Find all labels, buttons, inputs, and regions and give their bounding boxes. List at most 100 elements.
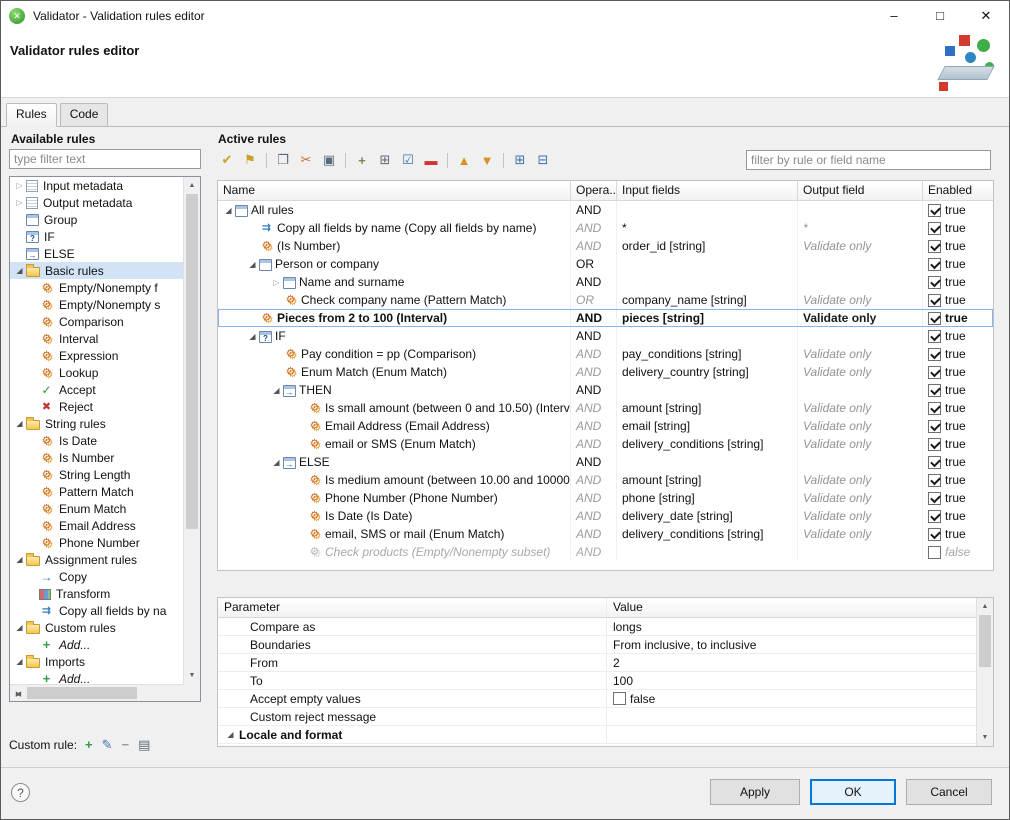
active-rules-filter-input[interactable] [746,150,991,170]
rule-row[interactable]: ⚙Is Date (Is Date)ANDdelivery_date [stri… [218,507,993,525]
collapse-twisty[interactable]: ◢ [246,256,259,273]
column-header-input-fields[interactable]: Input fields [617,181,798,200]
tree-item[interactable]: ✓Accept [10,381,183,398]
rule-row[interactable]: ⚙Phone Number (Phone Number)ANDphone [st… [218,489,993,507]
column-header-enabled[interactable]: Enabled [923,181,993,200]
parameter-row[interactable]: BoundariesFrom inclusive, to inclusive [218,636,993,654]
rule-row[interactable]: ⚙Is small amount (between 0 and 10.50) (… [218,399,993,417]
tree-item[interactable]: ◢Imports [10,653,183,670]
tree-item[interactable]: ⚙String Length [10,466,183,483]
tab-rules[interactable]: Rules [6,103,57,127]
tree-item[interactable]: ?IF [10,228,183,245]
delete-rule-icon[interactable]: ▬ [421,150,441,170]
expand-twisty[interactable]: ▷ [270,274,283,291]
rule-row[interactable]: ⚙Email Address (Email Address)ANDemail [… [218,417,993,435]
enabled-checkbox[interactable] [928,492,941,505]
collapse-twisty[interactable]: ◢ [224,726,237,743]
column-header-parameter[interactable]: Parameter [218,598,607,617]
enabled-checkbox[interactable] [928,546,941,559]
tree-item[interactable]: ⚙Expression [10,347,183,364]
enabled-checkbox[interactable] [928,204,941,217]
tree-item[interactable]: ⚙Comparison [10,313,183,330]
tree-item[interactable]: ⚙Phone Number [10,534,183,551]
rule-row[interactable]: ◢?IFANDtrue [218,327,993,345]
ok-button[interactable]: OK [810,779,896,805]
collapse-twisty[interactable]: ◢ [270,454,283,471]
add-custom-rule-icon[interactable]: + [85,737,93,753]
rule-row[interactable]: ◢Person or companyORtrue [218,255,993,273]
tree-item[interactable]: →ELSE [10,245,183,262]
rule-row[interactable]: ⚙email, SMS or mail (Enum Match)ANDdeliv… [218,525,993,543]
rule-row[interactable]: ◢All rulesANDtrue [218,201,993,219]
scroll-right-icon[interactable]: ▶ [10,685,27,702]
scroll-down-icon[interactable]: ▼ [977,729,993,746]
tree-item[interactable]: ✖Reject [10,398,183,415]
enabled-checkbox[interactable] [928,510,941,523]
value-checkbox[interactable] [613,692,626,705]
tree-horizontal-scrollbar[interactable]: ◀ ▶ [10,684,183,701]
column-header-name[interactable]: Name [218,181,571,200]
tree-item[interactable]: ▷Input metadata [10,177,183,194]
parameter-row[interactable]: ◢Locale and format [218,726,993,744]
maximize-button[interactable]: □ [917,1,963,31]
collapse-twisty[interactable]: ◢ [13,262,26,279]
duplicate-custom-rule-icon[interactable]: ▤ [138,737,150,753]
rule-row[interactable]: ⚙Enum Match (Enum Match)ANDdelivery_coun… [218,363,993,381]
enabled-checkbox[interactable] [928,348,941,361]
parameter-row[interactable]: From2 [218,654,993,672]
collapse-twisty[interactable]: ◢ [270,382,283,399]
tree-item[interactable]: ◢Assignment rules [10,551,183,568]
collapse-twisty[interactable]: ◢ [222,202,235,219]
tab-code[interactable]: Code [60,103,109,126]
rule-row[interactable]: ⚙Check products (Empty/Nonempty subset)A… [218,543,993,561]
enabled-checkbox[interactable] [928,222,941,235]
parameter-row[interactable]: Custom reject message [218,708,993,726]
enabled-checkbox[interactable] [928,420,941,433]
titlebar[interactable]: ✕ Validator - Validation rules editor – … [1,1,1009,31]
tree-item[interactable]: ⚙Is Date [10,432,183,449]
rule-row[interactable]: ⚙Check company name (Pattern Match)ORcom… [218,291,993,309]
enabled-checkbox[interactable] [928,438,941,451]
tree-item[interactable]: ▷Output metadata [10,194,183,211]
parameter-row[interactable]: Accept empty valuesfalse [218,690,993,708]
help-button[interactable]: ? [11,783,30,802]
paste-icon[interactable]: ▣ [319,150,339,170]
tree-item[interactable]: ⚙Empty/Nonempty f [10,279,183,296]
enabled-checkbox[interactable] [928,456,941,469]
scroll-up-icon[interactable]: ▲ [977,598,993,615]
tree-item[interactable]: ⚙Is Number [10,449,183,466]
tree-item[interactable]: ⚙Lookup [10,364,183,381]
expand-twisty[interactable]: ▷ [13,194,26,211]
column-header-operator[interactable]: Opera... [571,181,617,200]
expand-twisty[interactable]: ▷ [13,177,26,194]
rule-row[interactable]: ⚙(Is Number)ANDorder_id [string]Validate… [218,237,993,255]
rule-row[interactable]: ◢→THENANDtrue [218,381,993,399]
scrollbar-thumb[interactable] [27,687,137,699]
scrollbar-thumb[interactable] [979,615,991,667]
collapse-twisty[interactable]: ◢ [13,551,26,568]
available-rules-filter-input[interactable] [9,149,201,169]
enabled-checkbox[interactable] [928,474,941,487]
tree-item[interactable]: Transform [10,585,183,602]
tree-item[interactable]: ⚙Empty/Nonempty s [10,296,183,313]
scrollbar-thumb[interactable] [186,194,198,529]
tree-item[interactable]: ◢Basic rules [10,262,183,279]
close-button[interactable]: ✕ [963,1,1009,31]
mark-valid-icon[interactable]: ⚑ [240,150,260,170]
tree-vertical-scrollbar[interactable]: ▲ ▼ [183,177,200,684]
rule-row[interactable]: ⚙Pieces from 2 to 100 (Interval)ANDpiece… [218,309,993,327]
apply-button[interactable]: Apply [710,779,800,805]
column-header-value[interactable]: Value [607,598,993,617]
scroll-down-icon[interactable]: ▼ [184,667,200,684]
rule-row[interactable]: ⚙email or SMS (Enum Match)ANDdelivery_co… [218,435,993,453]
add-rule-icon[interactable]: + [352,150,372,170]
minimize-button[interactable]: – [871,1,917,31]
copy-icon[interactable]: ❐ [273,150,293,170]
rule-row[interactable]: ⇉Copy all fields by name (Copy all field… [218,219,993,237]
tree-item[interactable]: ⚙Email Address [10,517,183,534]
rule-row[interactable]: ⚙Is medium amount (between 10.00 and 100… [218,471,993,489]
add-group-icon[interactable]: ⊞ [375,150,395,170]
enabled-checkbox[interactable] [928,528,941,541]
collapse-all-icon[interactable]: ⊟ [533,150,553,170]
enabled-checkbox[interactable] [928,402,941,415]
